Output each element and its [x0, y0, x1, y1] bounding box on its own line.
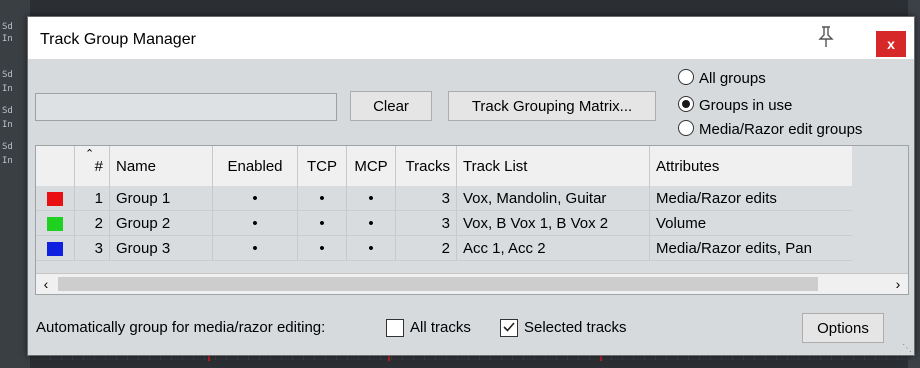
track-group-manager-window: Track Group Manager x Clear Track Groupi…	[27, 16, 915, 356]
title-bar[interactable]: Track Group Manager x	[28, 17, 914, 59]
auto-group-label: Automatically group for media/razor edit…	[36, 319, 326, 336]
column-header-name[interactable]: Name	[109, 146, 213, 186]
radio-groups-in-use[interactable]: Groups in use	[678, 96, 792, 116]
group-color-swatch	[47, 191, 63, 206]
options-button[interactable]: Options	[802, 313, 884, 343]
group-color-cell[interactable]	[36, 210, 75, 236]
radio-label: All groups	[699, 70, 766, 87]
group-name[interactable]: Group 1	[109, 186, 213, 211]
group-color-cell[interactable]	[36, 235, 75, 261]
group-number: 2	[74, 210, 110, 236]
horizontal-scrollbar[interactable]: ‹ ›	[36, 273, 908, 294]
column-header-number[interactable]: ⌃ #	[74, 146, 110, 186]
scrollbar-thumb[interactable]	[58, 277, 818, 291]
selected-tracks-checkbox[interactable]	[500, 319, 518, 337]
resize-grip-icon[interactable]: ⋱	[902, 343, 912, 354]
scroll-left-icon[interactable]: ‹	[36, 274, 56, 294]
table-row[interactable]: 3 Group 3 • • • 2 Acc 1, Acc 2 Media/Raz…	[36, 235, 852, 261]
radio-circle-selected	[678, 96, 694, 112]
group-enabled[interactable]: •	[212, 186, 298, 211]
group-color-swatch	[47, 216, 63, 231]
group-mcp[interactable]: •	[346, 186, 396, 211]
groups-table: ⌃ # Name Enabled TCP MCP Tracks Track Li…	[35, 145, 909, 295]
column-header-color[interactable]	[36, 146, 75, 186]
column-header-mcp[interactable]: MCP	[346, 146, 396, 186]
group-tracks-count: 2	[395, 235, 457, 261]
table-header-row: ⌃ # Name Enabled TCP MCP Tracks Track Li…	[36, 146, 852, 186]
group-tcp[interactable]: •	[297, 186, 347, 211]
groups-table-grid: ⌃ # Name Enabled TCP MCP Tracks Track Li…	[36, 146, 852, 261]
group-enabled[interactable]: •	[212, 235, 298, 261]
radio-label: Groups in use	[699, 97, 793, 114]
column-header-track-list[interactable]: Track List	[456, 146, 650, 186]
group-attributes[interactable]: Media/Razor edits	[649, 186, 852, 211]
group-color-cell[interactable]	[36, 186, 75, 211]
radio-all-groups[interactable]: All groups	[678, 69, 766, 89]
group-enabled[interactable]: •	[212, 210, 298, 236]
group-track-list: Vox, B Vox 1, B Vox 2	[456, 210, 650, 236]
all-tracks-checkbox[interactable]	[386, 319, 404, 337]
group-attributes[interactable]: Media/Razor edits, Pan	[649, 235, 852, 261]
group-tcp[interactable]: •	[297, 210, 347, 236]
group-mcp[interactable]: •	[346, 235, 396, 261]
sort-ascending-icon: ⌃	[85, 148, 95, 160]
selected-tracks-label[interactable]: Selected tracks	[524, 319, 627, 336]
track-grouping-matrix-button[interactable]: Track Grouping Matrix...	[448, 91, 656, 121]
group-number: 3	[74, 235, 110, 261]
group-attributes[interactable]: Volume	[649, 210, 852, 236]
group-name[interactable]: Group 2	[109, 210, 213, 236]
radio-circle	[678, 120, 694, 136]
checkmark-icon	[503, 322, 515, 332]
pin-icon[interactable]	[816, 25, 836, 49]
group-mcp[interactable]: •	[346, 210, 396, 236]
group-tcp[interactable]: •	[297, 235, 347, 261]
group-track-list: Vox, Mandolin, Guitar	[456, 186, 650, 211]
group-name[interactable]: Group 3	[109, 235, 213, 261]
group-number: 1	[74, 186, 110, 211]
radio-label: Media/Razor edit groups	[699, 121, 863, 138]
table-row[interactable]: 1 Group 1 • • • 3 Vox, Mandolin, Guitar …	[36, 186, 852, 211]
all-tracks-label[interactable]: All tracks	[410, 319, 471, 336]
group-color-swatch	[47, 241, 63, 256]
radio-circle	[678, 69, 694, 85]
column-header-tcp[interactable]: TCP	[297, 146, 347, 186]
close-button[interactable]: x	[876, 31, 906, 57]
column-header-enabled[interactable]: Enabled	[212, 146, 298, 186]
scroll-right-icon[interactable]: ›	[888, 274, 908, 294]
group-track-list: Acc 1, Acc 2	[456, 235, 650, 261]
column-header-label: #	[94, 157, 103, 175]
window-title: Track Group Manager	[40, 31, 196, 48]
table-row[interactable]: 2 Group 2 • • • 3 Vox, B Vox 1, B Vox 2 …	[36, 210, 852, 236]
clear-button[interactable]: Clear	[350, 91, 432, 121]
group-tracks-count: 3	[395, 210, 457, 236]
filter-input[interactable]	[35, 93, 337, 121]
column-header-attributes[interactable]: Attributes	[649, 146, 852, 186]
group-tracks-count: 3	[395, 186, 457, 211]
radio-media-razor-edit-groups[interactable]: Media/Razor edit groups	[678, 120, 862, 140]
column-header-tracks[interactable]: Tracks	[395, 146, 457, 186]
